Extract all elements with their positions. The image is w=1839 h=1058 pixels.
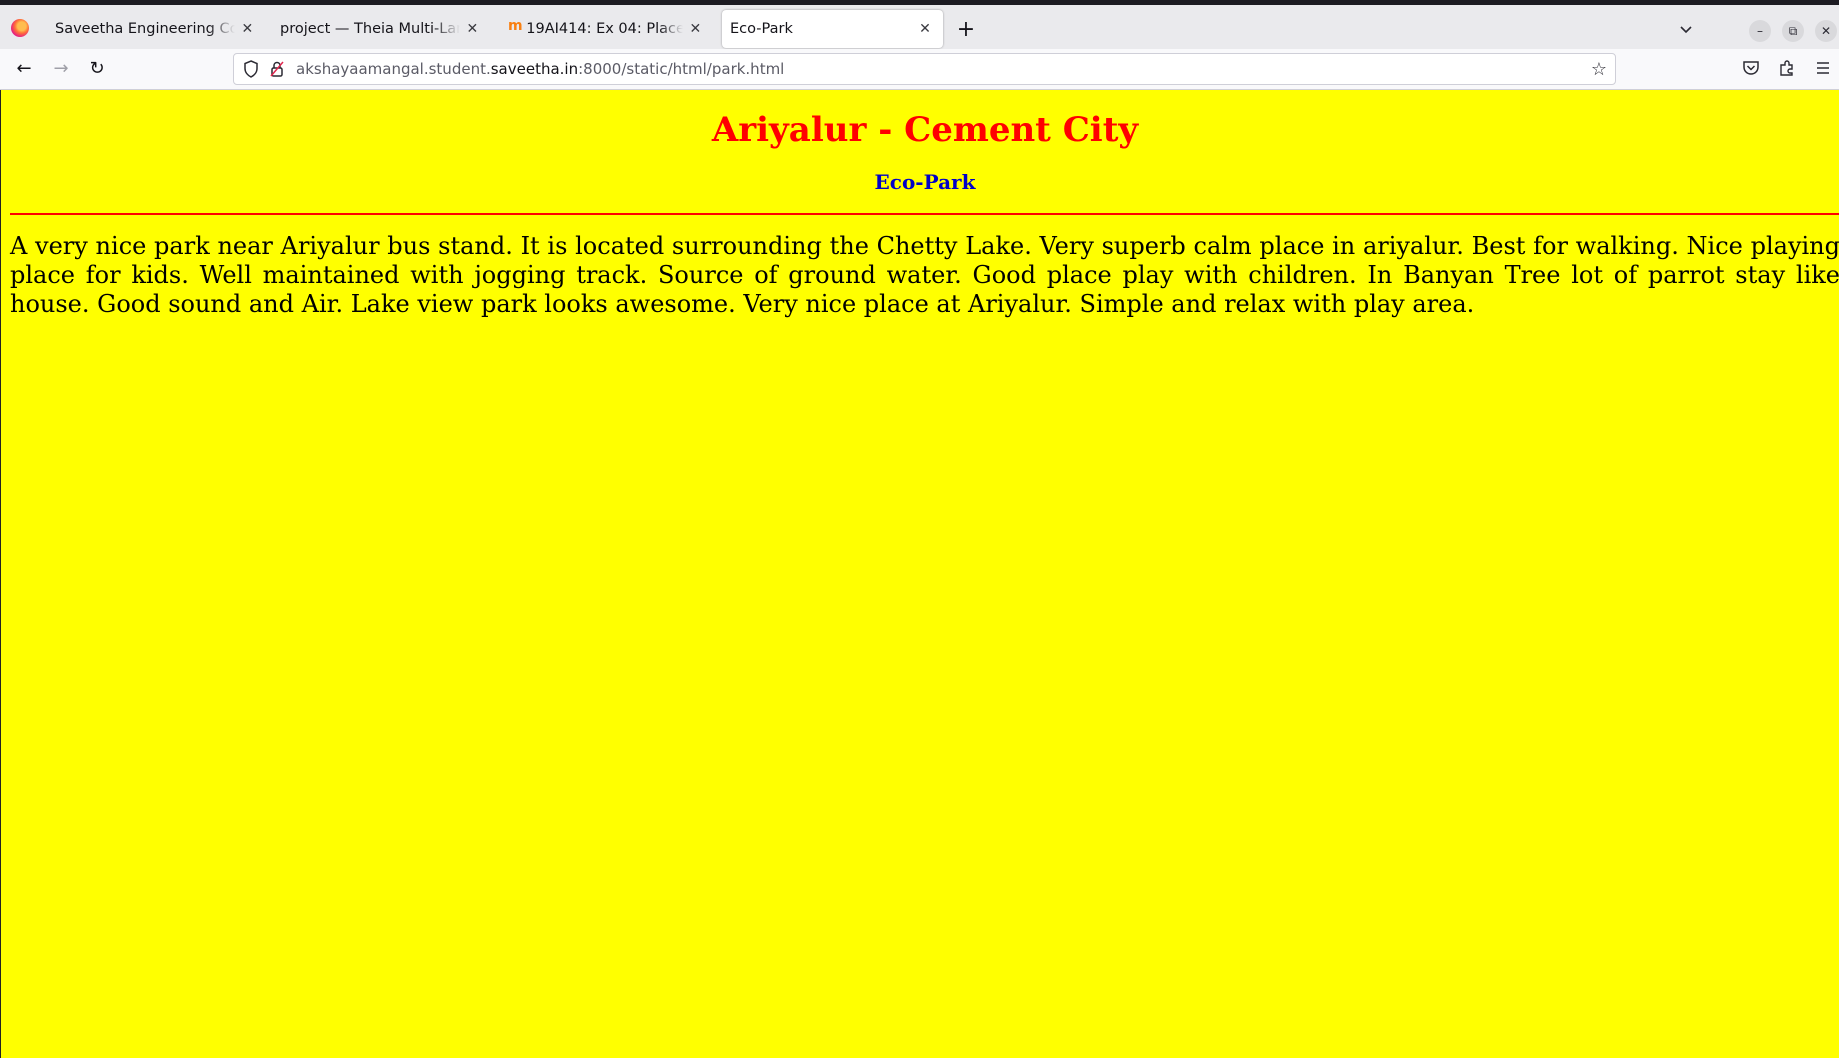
moodle-icon bbox=[508, 18, 523, 35]
horizontal-rule bbox=[10, 213, 1839, 215]
tab-label: 19AI414: Ex 04: Places Around Me bbox=[526, 21, 683, 37]
browser-window: Saveetha Engineering College ✕ project —… bbox=[0, 0, 1839, 1058]
tab-project[interactable]: project — Theia Multi-Language ✕ bbox=[272, 10, 487, 48]
insecure-lock-icon[interactable] bbox=[268, 60, 286, 78]
address-bar[interactable]: akshayaamangal.student.saveetha.in:8000/… bbox=[233, 53, 1616, 85]
chevron-down-icon[interactable] bbox=[1674, 18, 1698, 42]
back-arrow-icon[interactable]: ← bbox=[11, 57, 37, 83]
url-domain: saveetha.in bbox=[490, 60, 579, 78]
extensions-puzzle-icon[interactable] bbox=[1776, 59, 1798, 81]
tab-saveetha[interactable]: Saveetha Engineering College ✕ bbox=[47, 10, 262, 48]
page-subtitle: Eco-Park bbox=[874, 170, 976, 194]
park-description: A very nice park near Ariyalur bus stand… bbox=[10, 232, 1839, 318]
close-icon[interactable]: ✕ bbox=[466, 21, 479, 37]
tab-label: Saveetha Engineering College bbox=[55, 21, 235, 37]
close-icon[interactable]: ✕ bbox=[689, 21, 702, 37]
tab-places[interactable]: 19AI414: Ex 04: Places Around Me ✕ bbox=[500, 10, 710, 48]
url-prefix: akshayaamangal.student. bbox=[296, 60, 491, 78]
url-path: :8000/static/html/park.html bbox=[578, 60, 785, 78]
tab-label: project — Theia Multi-Language bbox=[280, 21, 460, 37]
navigation-bar: ← → ↻ akshayaamangal.student.saveetha.in… bbox=[0, 49, 1839, 90]
restore-icon[interactable]: ⧉ bbox=[1782, 20, 1804, 42]
bookmark-star-icon[interactable]: ☆ bbox=[1591, 59, 1607, 80]
page-title: Ariyalur - Cement City bbox=[711, 110, 1139, 150]
page-viewport: Ariyalur - Cement City Eco-Park A very n… bbox=[0, 90, 1839, 1058]
tab-label: Eco-Park bbox=[730, 21, 793, 37]
pocket-icon[interactable] bbox=[1740, 59, 1762, 81]
minimize-icon[interactable]: – bbox=[1749, 20, 1771, 42]
firefox-icon[interactable] bbox=[11, 19, 29, 37]
new-tab-plus-icon[interactable]: + bbox=[952, 17, 980, 45]
url-text[interactable]: akshayaamangal.student.saveetha.in:8000/… bbox=[296, 60, 784, 78]
close-window-icon[interactable]: ✕ bbox=[1815, 20, 1837, 42]
tab-strip: Saveetha Engineering College ✕ project —… bbox=[0, 0, 1839, 49]
shield-icon[interactable] bbox=[242, 60, 260, 78]
tab-eco-park[interactable]: Eco-Park ✕ bbox=[722, 10, 943, 48]
close-icon[interactable]: ✕ bbox=[241, 21, 254, 37]
forward-arrow-icon[interactable]: → bbox=[48, 57, 74, 83]
hamburger-menu-icon[interactable] bbox=[1812, 59, 1834, 81]
reload-icon[interactable]: ↻ bbox=[84, 57, 110, 83]
close-icon[interactable]: ✕ bbox=[918, 21, 932, 37]
